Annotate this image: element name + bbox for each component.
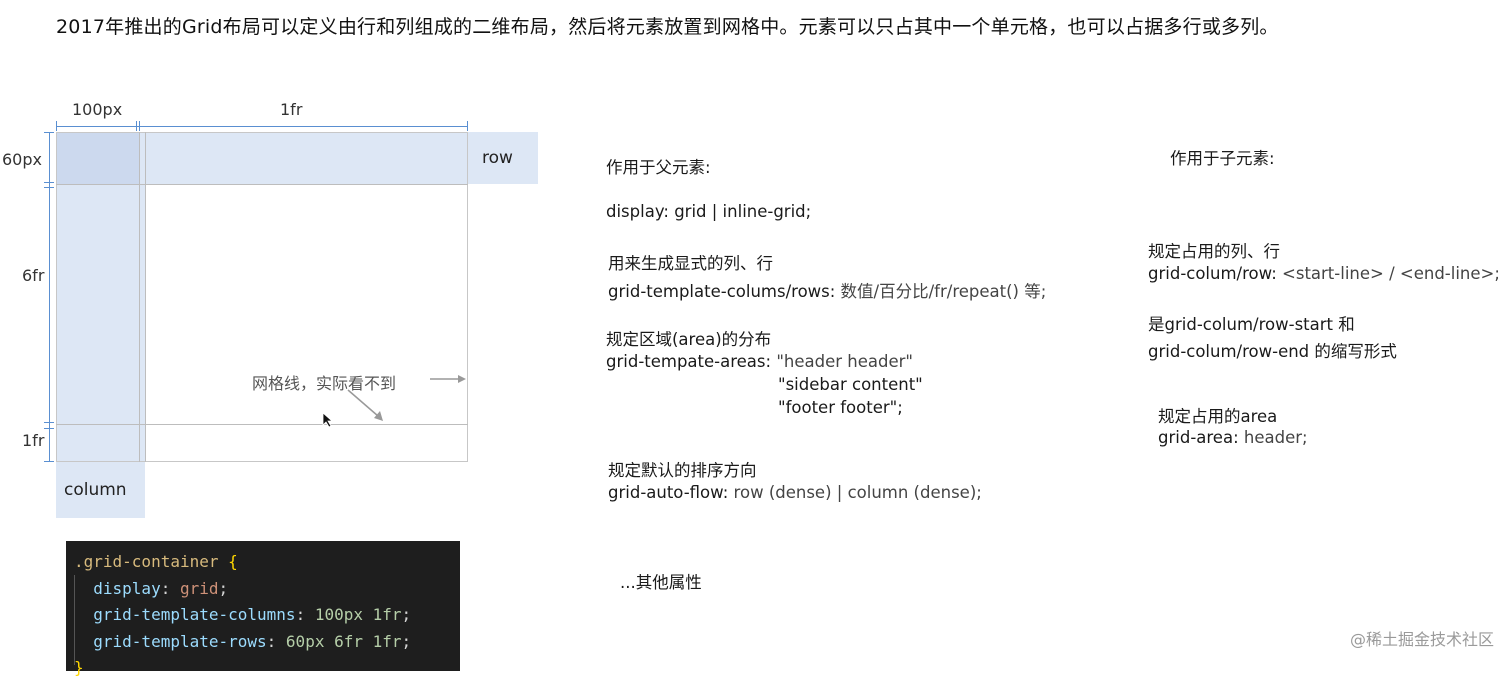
- other-properties: ...其他属性: [620, 573, 702, 592]
- areas-value: "sidebar content": [778, 375, 923, 394]
- parent-heading: 作用于父元素:: [606, 158, 711, 177]
- area-key: grid-area:: [1158, 428, 1239, 447]
- shorthand-line-1: 是grid-colum/row-start 和: [1148, 315, 1355, 334]
- areas-key: grid-tempate-areas:: [606, 352, 772, 371]
- area-line: grid-area: header;: [1158, 428, 1308, 447]
- areas-line: grid-tempate-areas: "header header": [606, 352, 913, 371]
- code-block: .grid-container { display: grid; grid-te…: [66, 541, 460, 677]
- template-value: 数值/百分比/fr/repeat() 等;: [835, 282, 1047, 301]
- span-key: grid-colum/row:: [1148, 264, 1277, 283]
- code-value: 1fr: [372, 605, 402, 624]
- flow-heading: 规定默认的排序方向: [608, 461, 757, 480]
- grid-diagram: 100px 1fr 60px 6fr 1fr row column 网格线，实际…: [0, 90, 560, 530]
- child-heading: 作用于子元素:: [1170, 149, 1275, 168]
- code-value: grid: [179, 578, 219, 598]
- code-property: grid-template-columns: [93, 605, 296, 624]
- code-brace: }: [74, 658, 84, 677]
- span-value: <start-line> / <end-line>;: [1276, 264, 1500, 283]
- area-value: header;: [1238, 428, 1308, 447]
- code-value: 6fr: [334, 631, 363, 651]
- template-line: grid-template-colums/rows: 数值/百分比/fr/rep…: [608, 278, 1046, 302]
- areas-value: "header header": [776, 352, 914, 371]
- flow-value: row (dense) | column (dense);: [728, 483, 982, 502]
- code-property: grid-template-rows: [93, 631, 267, 651]
- flow-line: grid-auto-flow: row (dense) | column (de…: [608, 483, 982, 502]
- flow-key: grid-auto-flow:: [608, 483, 729, 502]
- shorthand-line-2: grid-colum/row-end 的缩写形式: [1148, 342, 1397, 361]
- area-heading: 规定占用的area: [1158, 407, 1278, 426]
- areas-heading: 规定区域(area)的分布: [606, 330, 772, 349]
- explicit-heading: 用来生成显式的列、行: [608, 254, 773, 273]
- areas-value: "footer footer";: [778, 398, 903, 417]
- display-line: display: grid | inline-grid;: [606, 202, 811, 221]
- template-key: grid-template-colums/rows:: [608, 282, 836, 301]
- code-brace: {: [218, 552, 238, 571]
- code-value: 60px: [285, 631, 325, 651]
- indent-guide: [74, 575, 75, 665]
- display-value: grid | inline-grid;: [668, 202, 812, 221]
- mouse-cursor-icon: [322, 412, 334, 428]
- arrow-icon: [347, 375, 466, 421]
- display-key: display:: [606, 202, 669, 221]
- code-property: display: [93, 578, 161, 598]
- span-heading: 规定占用的列、行: [1148, 242, 1280, 261]
- intro-text: 2017年推出的Grid布局可以定义由行和列组成的二维布局，然后将元素放置到网格…: [56, 16, 1279, 38]
- span-line: grid-colum/row: <start-line> / <end-line…: [1148, 264, 1500, 283]
- code-value: 100px: [314, 605, 363, 624]
- watermark: @稀土掘金技术社区: [1349, 630, 1494, 649]
- code-value: 1fr: [372, 631, 402, 651]
- code-selector: .grid-container: [74, 552, 219, 571]
